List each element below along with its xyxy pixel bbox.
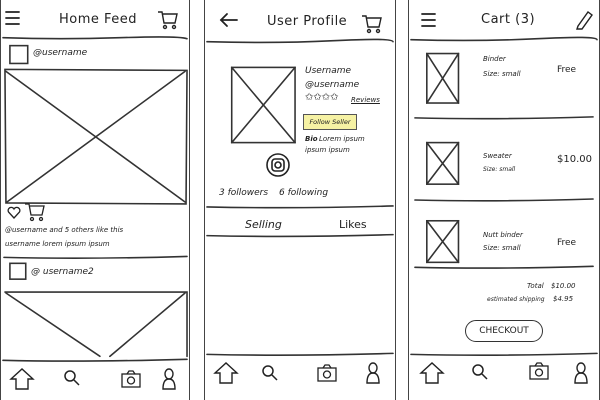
- back-arrow-icon[interactable]: [219, 12, 239, 28]
- search-icon[interactable]: [63, 369, 81, 387]
- cart-item-size: Size: small: [483, 70, 521, 78]
- instagram-icon[interactable]: [265, 152, 291, 178]
- tab-selling[interactable]: Selling: [245, 218, 282, 231]
- add-to-cart-icon[interactable]: [24, 202, 46, 222]
- cart-icon[interactable]: [157, 10, 179, 30]
- post-caption: username lorem ipsum ipsum: [5, 240, 110, 248]
- bio-label: Bio: [305, 135, 318, 143]
- followers-count[interactable]: 3 followers: [219, 188, 268, 198]
- post-username[interactable]: @ username2: [31, 267, 94, 277]
- profile-handle: @username: [305, 80, 360, 90]
- menu-icon[interactable]: [5, 10, 21, 26]
- camera-icon[interactable]: [529, 362, 549, 380]
- cart-item-name: Nutt binder: [483, 231, 523, 239]
- camera-icon[interactable]: [317, 364, 337, 382]
- checkout-button[interactable]: CHECKOUT: [465, 320, 543, 342]
- cart-item-image[interactable]: [427, 142, 459, 184]
- home-icon[interactable]: [419, 362, 445, 384]
- tab-likes[interactable]: Likes: [339, 218, 367, 231]
- post-likes-text: @username and 5 others like this: [5, 226, 124, 234]
- bio-text: ipsum ipsum: [305, 146, 350, 154]
- menu-icon[interactable]: [421, 12, 437, 28]
- post-image[interactable]: [6, 69, 188, 203]
- search-icon[interactable]: [261, 364, 279, 382]
- total-label: Total: [527, 282, 544, 290]
- post-avatar[interactable]: [10, 44, 28, 62]
- cart-item-price: Free: [557, 65, 577, 75]
- reviews-link[interactable]: Reviews: [351, 96, 380, 104]
- cart-item-name: Sweater: [483, 152, 512, 160]
- total-value: $10.00: [551, 282, 576, 290]
- shipping-label: estimated shipping: [487, 296, 545, 303]
- camera-icon[interactable]: [121, 370, 141, 388]
- post-username[interactable]: @username: [33, 48, 87, 58]
- profile-picture: [232, 66, 296, 142]
- rating-stars: ✩✩✩✩: [305, 92, 339, 103]
- heart-icon[interactable]: [7, 206, 21, 219]
- profile-icon[interactable]: [365, 362, 381, 384]
- cart-item-image[interactable]: [427, 52, 459, 102]
- following-count[interactable]: 6 following: [279, 188, 328, 198]
- cart-item-name: Binder: [483, 55, 506, 63]
- edit-pencil-icon[interactable]: [575, 10, 593, 30]
- cart-item-price: $10.00: [557, 154, 592, 165]
- page-title: User Profile: [267, 14, 348, 29]
- page-title: Home Feed: [59, 12, 138, 27]
- home-feed-screen: Home Feed @username @username and 5 othe…: [0, 0, 190, 400]
- cart-item-size: Size: small: [483, 166, 516, 173]
- home-icon[interactable]: [9, 368, 35, 390]
- cart-item-price: Free: [557, 238, 577, 248]
- profile-icon[interactable]: [161, 368, 177, 390]
- page-title: Cart (3): [481, 12, 536, 27]
- search-icon[interactable]: [471, 363, 489, 381]
- cart-item-size: Size: small: [483, 244, 521, 252]
- follow-seller-button[interactable]: Follow Seller: [303, 114, 357, 130]
- post-image[interactable]: [6, 293, 188, 358]
- cart-screen: Cart (3) Binder Size: small Free Sweater…: [408, 0, 600, 400]
- post-avatar[interactable]: [10, 264, 26, 280]
- cart-item-image[interactable]: [427, 221, 459, 263]
- home-icon[interactable]: [213, 362, 239, 384]
- cart-icon[interactable]: [361, 14, 383, 34]
- profile-icon[interactable]: [573, 362, 589, 384]
- bio-text: Lorem ipsum: [319, 135, 365, 143]
- shipping-value: $4.95: [553, 295, 574, 303]
- user-profile-screen: User Profile Username @username ✩✩✩✩ Rev…: [204, 0, 396, 400]
- profile-name: Username: [305, 66, 352, 76]
